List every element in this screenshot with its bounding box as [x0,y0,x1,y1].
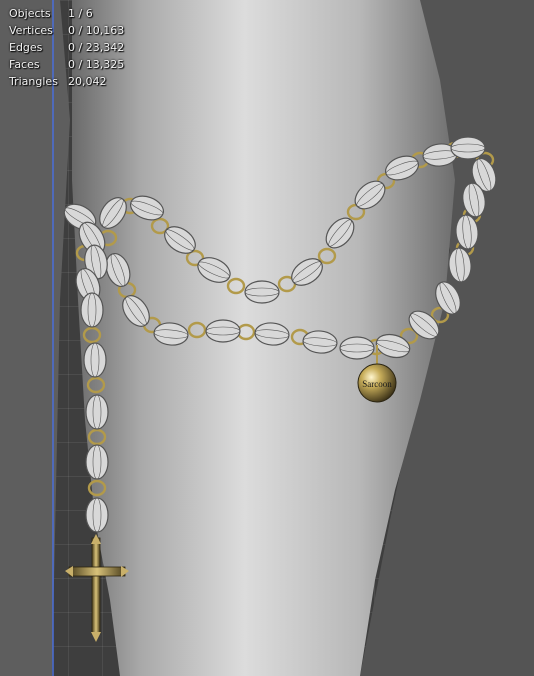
bead [85,497,109,533]
scene-render: Sarcoon [0,0,534,676]
bead [83,342,107,378]
stat-row: Vertices 0 / 10,163 [9,22,124,39]
bead [450,136,486,160]
stat-label: Edges [9,41,43,54]
stat-value: 1 / 6 [68,7,93,20]
medallion-label: Sarcoon [362,379,392,389]
bead [80,292,104,328]
torso-shape [0,0,70,676]
bead [85,394,109,430]
stat-value: 20,042 [68,75,107,88]
stat-row: Edges 0 / 23,342 [9,39,124,56]
bead [205,319,241,343]
stat-value: 0 / 23,342 [68,41,125,54]
stats-overlay: Objects 1 / 6 Vertices 0 / 10,163 Edges 0 / 2… [9,5,124,90]
bead [244,280,280,304]
stat-value: 0 / 10,163 [68,24,125,37]
bead [339,336,375,360]
stat-label: Triangles [9,75,58,88]
stat-label: Faces [9,58,40,71]
stat-row: Faces 0 / 13,325 [9,56,124,73]
stat-row: Triangles 20,042 [9,73,124,90]
stat-row: Objects 1 / 6 [9,5,124,22]
stat-value: 0 / 13,325 [68,58,125,71]
stat-label: Vertices [9,24,53,37]
stat-label: Objects [9,7,51,20]
bead [85,444,109,480]
3d-viewport[interactable]: Sarcoon Objects 1 / 6 Vertices 0 / 10,163 Ed… [0,0,534,676]
